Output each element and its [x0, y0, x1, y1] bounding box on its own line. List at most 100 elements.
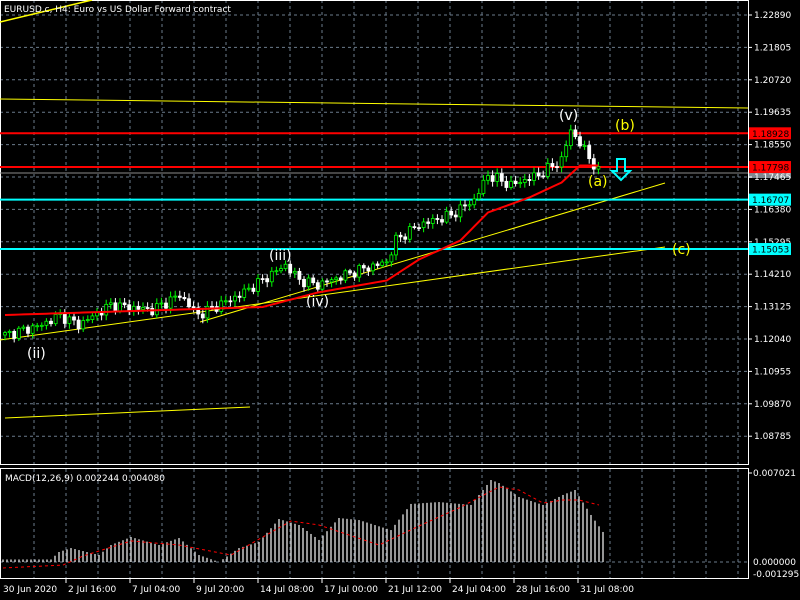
candle-body — [122, 302, 127, 306]
candle-body — [228, 300, 233, 303]
candle-body — [223, 300, 228, 303]
candle-body — [297, 270, 302, 280]
candle-body — [53, 314, 58, 325]
candle-body — [49, 320, 53, 325]
candle-body — [256, 278, 260, 292]
candle-body — [187, 298, 191, 308]
price-tick-label: 1.17465 — [754, 173, 791, 183]
candle-body — [246, 287, 251, 290]
price-tick-label: 1.09870 — [754, 400, 791, 410]
candle-body — [559, 156, 564, 168]
candle-body — [430, 218, 435, 224]
candle-body — [573, 129, 578, 138]
candle-body — [164, 302, 168, 309]
candle-body — [210, 305, 214, 308]
candle-body — [532, 172, 536, 181]
time-tick-label: 17 Jul 00:00 — [324, 585, 378, 595]
candle-body — [389, 254, 394, 263]
candle-body — [145, 307, 150, 309]
candle-body — [371, 263, 375, 272]
trading-chart[interactable]: (ii) (iii) (iv) (v) (a) (b) (c) EURUSD.c… — [0, 0, 800, 600]
candle-body — [141, 307, 145, 310]
candle-body — [366, 267, 371, 272]
candle-body — [394, 234, 398, 256]
candle-body — [159, 302, 164, 305]
candle-body — [545, 163, 550, 177]
candle-body — [578, 136, 582, 147]
candle-body — [536, 172, 541, 177]
macd-axis-min: -0.001295 — [753, 570, 799, 580]
candle-body — [81, 320, 86, 330]
candle-body — [16, 327, 21, 339]
candle-body — [90, 315, 95, 320]
candle-body — [541, 175, 546, 178]
candle-body — [375, 263, 380, 266]
candle-body — [72, 316, 76, 321]
candle-body — [486, 175, 490, 181]
wave-label-iii: (iii) — [269, 248, 292, 264]
price-tick-label: 1.12040 — [754, 335, 791, 345]
candle-body — [490, 175, 495, 182]
time-tick-label: 31 Jul 08:00 — [580, 585, 634, 595]
trendline-bottom[interactable] — [4, 406, 251, 419]
horizontal-levels — [0, 132, 748, 251]
candle-body — [407, 226, 412, 240]
candle-body — [127, 304, 132, 311]
trendline-upper-channel[interactable] — [0, 98, 749, 109]
candle-body — [495, 173, 500, 182]
candle-body — [108, 302, 113, 305]
time-tick-label: 30 Jun 2020 — [3, 585, 57, 595]
candle-body — [62, 312, 67, 324]
candle-body — [522, 179, 527, 183]
chart-title: EURUSD.c, H4: Euro vs US Dollar Forward … — [4, 5, 231, 15]
candle-body — [168, 296, 173, 309]
candle-body — [504, 180, 509, 188]
candle-body — [348, 270, 352, 274]
candle-body — [398, 234, 403, 238]
price-level-label: 1.17798 — [752, 164, 789, 174]
candle-body — [458, 204, 463, 218]
candle-body — [219, 300, 224, 312]
candle-body — [242, 288, 247, 298]
time-tick-label: 21 Jul 12:00 — [388, 585, 442, 595]
price-level-label: 1.15053 — [752, 246, 789, 256]
candle-body — [306, 277, 311, 288]
candle-body — [440, 219, 444, 223]
candle-body — [596, 166, 601, 170]
grid — [0, 0, 748, 578]
candle-body — [154, 303, 159, 316]
macd-signal-line — [2, 486, 600, 569]
candle-body — [550, 163, 555, 167]
candle-body — [136, 305, 141, 310]
time-tick-label: 24 Jul 04:00 — [452, 585, 506, 595]
price-tick-label: 1.20720 — [754, 76, 791, 86]
macd-histogram — [2, 479, 604, 562]
price-tick-label: 1.19635 — [754, 108, 791, 118]
candle-body — [288, 263, 293, 274]
candle-body — [265, 278, 270, 283]
candle-body — [403, 236, 408, 240]
candle-body — [44, 320, 49, 326]
candle-body — [564, 145, 569, 158]
candle-body — [527, 179, 532, 181]
candle-body — [518, 182, 523, 185]
time-tick-label: 7 Jul 04:00 — [132, 585, 181, 595]
candle-body — [361, 265, 366, 269]
candle-body — [21, 326, 26, 329]
candle-body — [325, 280, 329, 283]
price-tick-label: 1.22890 — [754, 11, 791, 21]
candle-body — [591, 158, 596, 170]
candle-body — [587, 145, 592, 160]
candle-body — [67, 316, 72, 324]
candle-body — [260, 278, 265, 280]
candle-body — [412, 226, 417, 229]
trendline-lower-channel[interactable] — [0, 246, 666, 341]
candle-body — [421, 221, 426, 229]
candle-body — [582, 145, 587, 147]
candle-body — [329, 279, 334, 283]
candle-body — [315, 282, 320, 290]
candle-body — [568, 129, 573, 147]
candle-body — [334, 277, 339, 281]
wave-label-a: (a) — [588, 174, 608, 190]
wave-label-b: (b) — [615, 118, 635, 134]
